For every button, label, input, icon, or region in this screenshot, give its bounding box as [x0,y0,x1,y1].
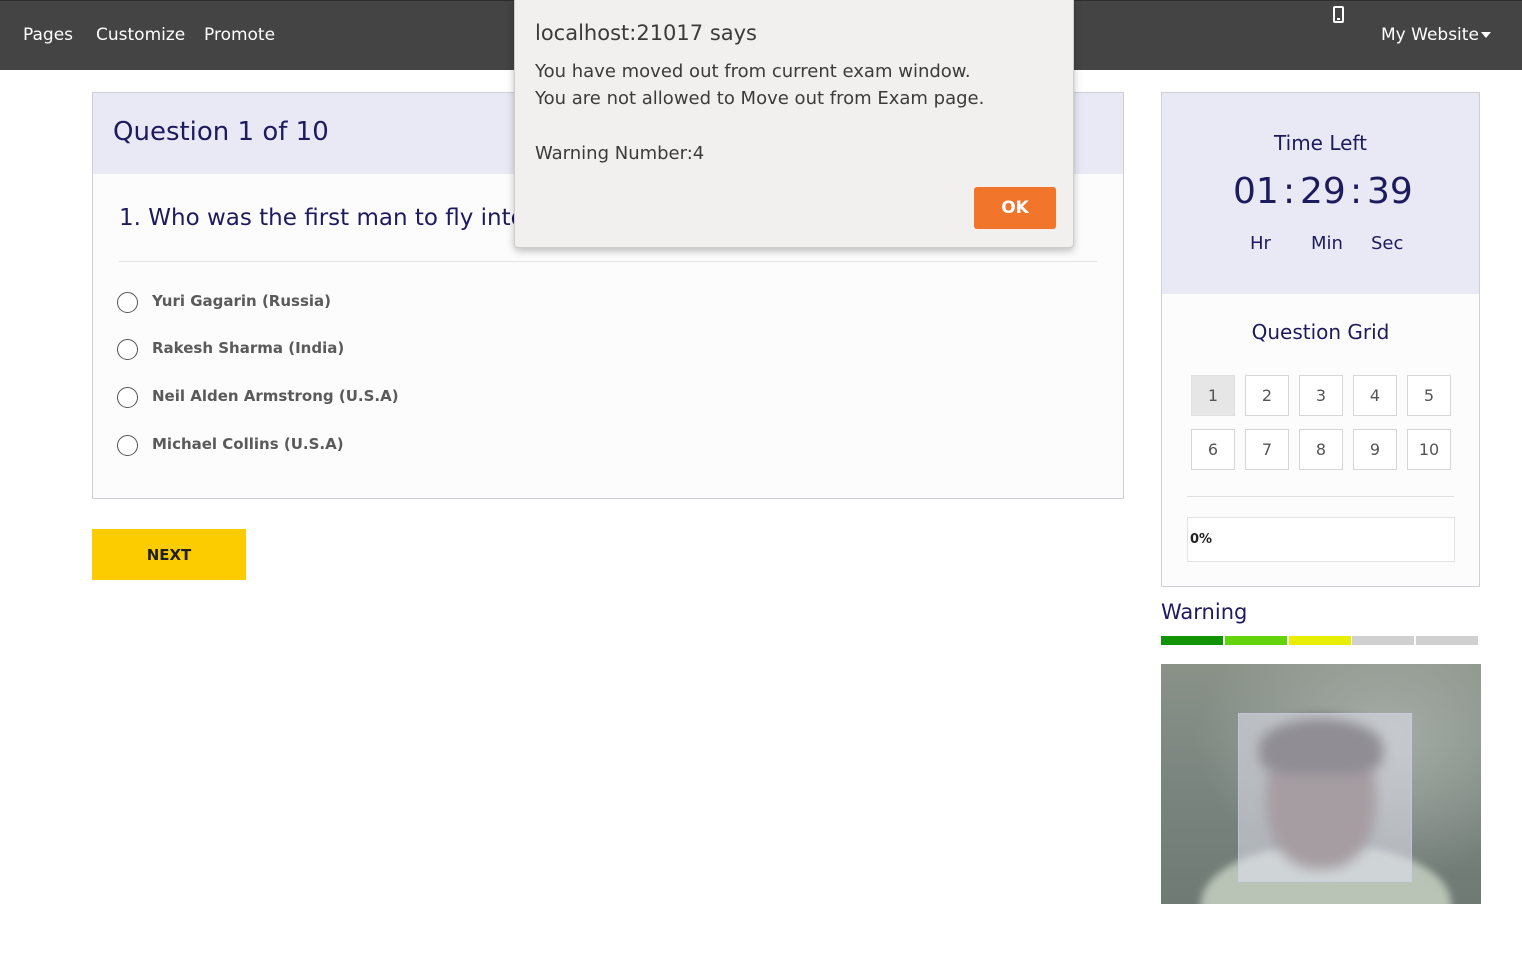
face-detection-box [1238,713,1412,882]
alert-dialog: localhost:21017 says You have moved out … [514,0,1074,248]
radio-button[interactable] [117,435,138,456]
timer-seconds: 39 [1367,171,1413,212]
timer-separator: : [1350,171,1363,212]
grid-divider [1187,496,1454,497]
option-label[interactable]: Yuri Gagarin (Russia) [152,292,331,310]
progress-label: 0% [1190,532,1213,547]
grid-question-7[interactable]: 7 [1245,429,1289,470]
grid-question-4[interactable]: 4 [1353,375,1397,416]
question-counter: Question 1 of 10 [113,117,329,147]
timer-hours-label: Hr [1250,233,1271,254]
timer-minutes-label: Min [1311,233,1343,254]
option-label[interactable]: Rakesh Sharma (India) [152,339,344,357]
grid-question-2[interactable]: 2 [1245,375,1289,416]
warning-title: Warning [1161,600,1248,624]
radio-button[interactable] [117,292,138,313]
nav-link-pages[interactable]: Pages [23,25,73,45]
grid-question-8[interactable]: 8 [1299,429,1343,470]
grid-question-6[interactable]: 6 [1191,429,1235,470]
option-label[interactable]: Neil Alden Armstrong (U.S.A) [152,387,399,405]
warning-segment-4 [1352,636,1414,645]
alert-title: localhost:21017 says [535,21,757,45]
timer-minutes: 29 [1300,171,1346,212]
time-left-title: Time Left [1274,131,1367,155]
warning-segment-5 [1416,636,1478,645]
grid-question-5[interactable]: 5 [1407,375,1451,416]
next-button[interactable]: NEXT [92,529,246,580]
grid-question-10[interactable]: 10 [1407,429,1451,470]
timer-seconds-label: Sec [1371,233,1404,254]
question-divider [119,261,1097,262]
alert-message-line-1: You have moved out from current exam win… [535,61,971,82]
warning-segment-2 [1225,636,1287,645]
grid-question-1[interactable]: 1 [1191,375,1235,416]
mobile-phone-icon[interactable] [1333,6,1344,23]
nav-link-customize[interactable]: Customize [96,25,185,45]
timer-separator: : [1283,171,1296,212]
question-grid-title: Question Grid [1251,320,1390,344]
grid-question-3[interactable]: 3 [1299,375,1343,416]
radio-button[interactable] [117,387,138,408]
warning-segment-1 [1161,636,1223,645]
grid-question-9[interactable]: 9 [1353,429,1397,470]
caret-down-icon[interactable] [1481,32,1491,38]
warning-segment-3 [1289,636,1351,645]
alert-warning-number: Warning Number:4 [535,143,705,164]
webcam-preview [1161,664,1481,904]
timer-hours: 01 [1233,171,1279,212]
option-label[interactable]: Michael Collins (U.S.A) [152,435,344,453]
progress-bar: 0% [1187,517,1455,562]
exam-side-panel: Time Left 01 : 29 : 39 Hr Min Sec Questi… [1161,92,1480,587]
my-website-menu[interactable]: My Website [1381,25,1479,45]
ok-button[interactable]: OK [974,187,1056,229]
question-text: 1. Who was the first man to fly into s [119,205,545,231]
alert-message-line-2: You are not allowed to Move out from Exa… [535,88,985,109]
nav-link-promote[interactable]: Promote [204,25,275,45]
radio-button[interactable] [117,339,138,360]
timer-section: Time Left 01 : 29 : 39 Hr Min Sec [1162,93,1479,294]
